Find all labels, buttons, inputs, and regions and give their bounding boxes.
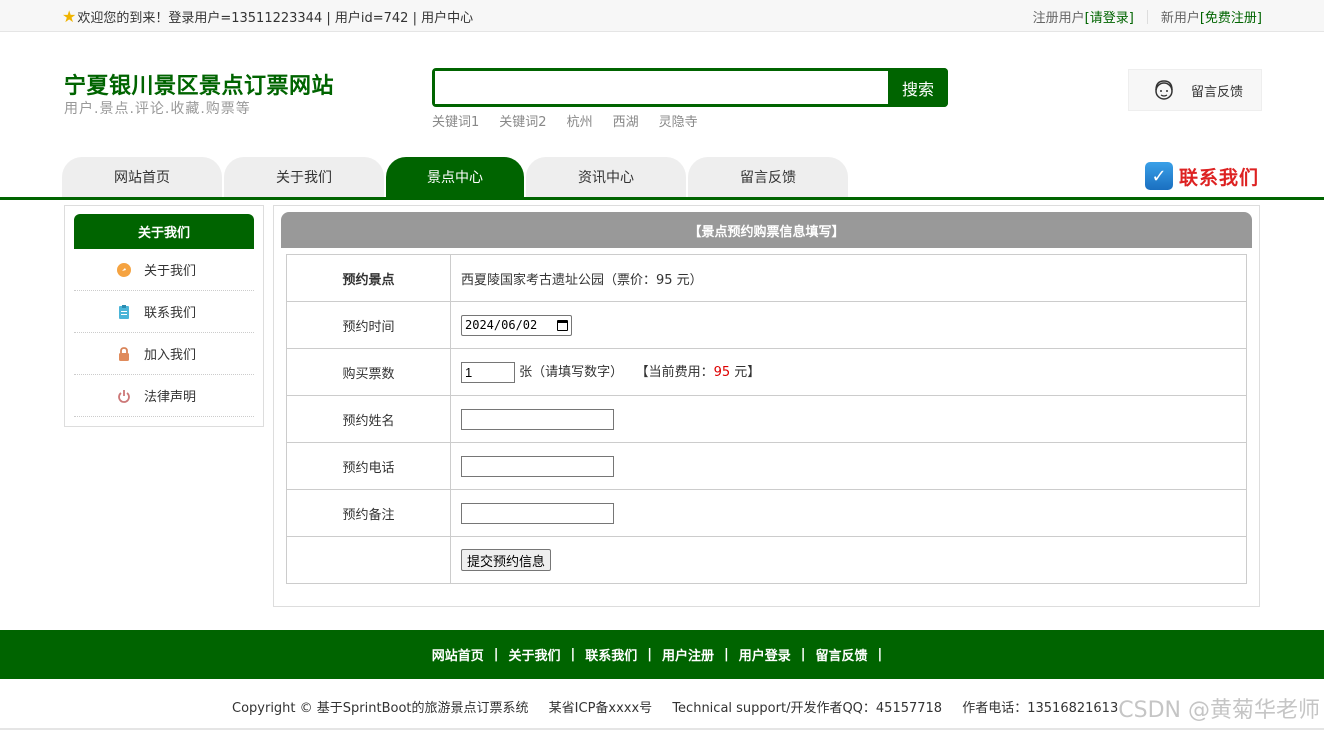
name-input[interactable] (461, 408, 614, 430)
count-label: 购买票数 (286, 348, 451, 396)
calendar-icon[interactable] (557, 319, 568, 331)
table-row: 提交预约信息 (286, 536, 1247, 584)
submit-booking-button[interactable]: 提交预约信息 (461, 549, 552, 571)
phone-label: 预约电话 (286, 442, 451, 490)
keyword-link[interactable]: 西湖 (613, 111, 639, 130)
feedback-button[interactable]: 留言反馈 (1128, 69, 1262, 111)
keyword-link[interactable]: 灵隐寺 (659, 111, 698, 130)
main-nav: 网站首页 关于我们 景点中心 资讯中心 留言反馈 (62, 157, 850, 197)
clipboard-icon (116, 304, 132, 320)
sidebar-item-contact[interactable]: 联系我们 (74, 291, 254, 333)
nav-feedback[interactable]: 留言反馈 (688, 157, 848, 197)
footer-link-contact[interactable]: 联系我们 (585, 645, 637, 664)
keyword-link[interactable]: 杭州 (567, 111, 593, 130)
power-icon (116, 388, 132, 404)
hot-keywords: 关键词1 关键词2 杭州 西湖 灵隐寺 (432, 111, 698, 130)
contact-us-banner[interactable]: ✓ 联系我们 (1145, 162, 1259, 190)
new-user-label: 新用户 (1160, 11, 1200, 26)
search-input[interactable] (435, 71, 888, 104)
sidebar-list: 关于我们 联系我们 加入我们 法律声明 (74, 249, 254, 417)
account-links: 注册用户 [请登录] 新用户 [免费注册] (1033, 7, 1262, 26)
footer-link-about[interactable]: 关于我们 (508, 645, 560, 664)
copyright-line: Copyright © 基于SprintBoot的旅游景点订票系统 某省ICP备… (232, 697, 1134, 716)
spot-value: 西夏陵国家考古遗址公园（票价：95 元） (450, 254, 1247, 302)
footer-link-home[interactable]: 网站首页 (432, 645, 484, 664)
nav-home[interactable]: 网站首页 (62, 157, 222, 197)
fee-suffix: 元】 (730, 365, 761, 380)
sidebar-item-label: 法律声明 (144, 390, 197, 405)
feedback-label: 留言反馈 (1191, 84, 1244, 100)
table-row: 预约景点 西夏陵国家考古遗址公园（票价：95 元） (286, 254, 1247, 302)
fee-prefix: 【当前费用： (635, 365, 714, 380)
copyright-text: Copyright © 基于SprintBoot的旅游景点订票系统 (232, 701, 529, 716)
footer-link-feedback[interactable]: 留言反馈 (816, 645, 868, 664)
table-row: 预约时间 2024/06/02 (286, 301, 1247, 349)
header: 宁夏银川景区景点订票网站 用户.景点.评论.收藏.购票等 搜索 关键词1 关键词… (0, 32, 1324, 156)
sidebar-item-label: 联系我们 (144, 306, 197, 321)
sidebar-item-join[interactable]: 加入我们 (74, 333, 254, 375)
fee-value: 95 (713, 365, 731, 380)
welcome-text[interactable]: 欢迎您的到来！登录用户=13511223344 | 用户id=742 | 用户中… (77, 7, 473, 26)
star-icon: ★ (62, 6, 77, 26)
customer-service-icon (1155, 80, 1173, 100)
date-input[interactable]: 2024/06/02 (461, 314, 572, 336)
divider: | (877, 647, 883, 662)
contact-us-label: 联系我们 (1179, 166, 1260, 189)
phone-text: 作者电话：13516821613 (962, 701, 1119, 716)
nav-spots[interactable]: 景点中心 (386, 157, 524, 197)
checkmark-icon: ✓ (1145, 162, 1173, 190)
lock-icon (116, 346, 132, 362)
login-link[interactable]: [请登录] (1085, 7, 1134, 26)
table-row: 预约电话 (286, 442, 1247, 490)
booking-form: 预约景点 西夏陵国家考古遗址公园（票价：95 元） 预约时间 2024/06/0… (286, 254, 1247, 584)
empty-cell (286, 536, 451, 584)
table-row: 预约姓名 (286, 395, 1247, 443)
sidebar-item-label: 加入我们 (144, 348, 197, 363)
booking-title: 【景点预约购票信息填写】 (281, 212, 1252, 248)
footer-link-login[interactable]: 用户登录 (739, 645, 791, 664)
site-title[interactable]: 宁夏银川景区景点订票网站 (64, 68, 334, 100)
remark-input[interactable] (461, 502, 614, 524)
search-button[interactable]: 搜索 (888, 68, 948, 107)
divider: | (493, 647, 499, 662)
nav-about[interactable]: 关于我们 (224, 157, 384, 197)
ticket-count-input[interactable] (461, 362, 515, 383)
footer-link-register[interactable]: 用户注册 (662, 645, 714, 664)
sidebar-item-legal[interactable]: 法律声明 (74, 375, 254, 417)
icp-text: 某省ICP备xxxx号 (548, 701, 653, 716)
sidebar-item-label: 关于我们 (144, 264, 197, 279)
spot-label: 预约景点 (286, 254, 451, 302)
top-bar: ★ 欢迎您的到来！登录用户=13511223344 | 用户id=742 | 用… (0, 0, 1324, 32)
phone-input[interactable] (461, 455, 614, 477)
table-row: 购买票数 张（请填写数字） 【当前费用：95 元】 (286, 348, 1247, 396)
divider: | (800, 647, 806, 662)
time-label: 预约时间 (286, 301, 451, 349)
nav-news[interactable]: 资讯中心 (526, 157, 686, 197)
site-subtitle: 用户.景点.评论.收藏.购票等 (64, 101, 251, 117)
date-value: 2024/06/02 (465, 318, 538, 332)
table-row: 预约备注 (286, 489, 1247, 537)
keyword-link[interactable]: 关键词2 (499, 111, 546, 130)
main-nav-row: 网站首页 关于我们 景点中心 资讯中心 留言反馈 ✓ 联系我们 (0, 156, 1324, 200)
welcome-area: ★ 欢迎您的到来！登录用户=13511223344 | 用户id=742 | 用… (62, 7, 473, 26)
search-box: 搜索 (432, 68, 948, 107)
free-register-link[interactable]: [免费注册] (1200, 7, 1262, 26)
register-user-label: 注册用户 (1032, 11, 1085, 26)
support-text: Technical support/开发作者QQ：45157718 (672, 701, 943, 716)
sidebar-item-about[interactable]: 关于我们 (74, 249, 254, 291)
booking-panel: 【景点预约购票信息填写】 预约景点 西夏陵国家考古遗址公园（票价：95 元） 预… (273, 205, 1260, 607)
count-hint: 张（请填写数字） (519, 365, 624, 380)
sidebar-title: 关于我们 (74, 214, 254, 249)
orange-circle-icon (116, 262, 132, 278)
footer-nav: 网站首页 | 关于我们 | 联系我们 | 用户注册 | 用户登录 | 留言反馈 | (0, 630, 1324, 679)
divider: | (570, 647, 576, 662)
name-label: 预约姓名 (286, 395, 451, 443)
divider: | (724, 647, 729, 662)
sidebar: 关于我们 关于我们 联系我们 加入我们 法律声明 (64, 205, 264, 427)
divider (1146, 9, 1148, 24)
keyword-link[interactable]: 关键词1 (432, 111, 479, 130)
remark-label: 预约备注 (286, 489, 451, 537)
divider: | (647, 647, 652, 662)
watermark: CSDN @黄菊华老师 (1118, 698, 1320, 723)
